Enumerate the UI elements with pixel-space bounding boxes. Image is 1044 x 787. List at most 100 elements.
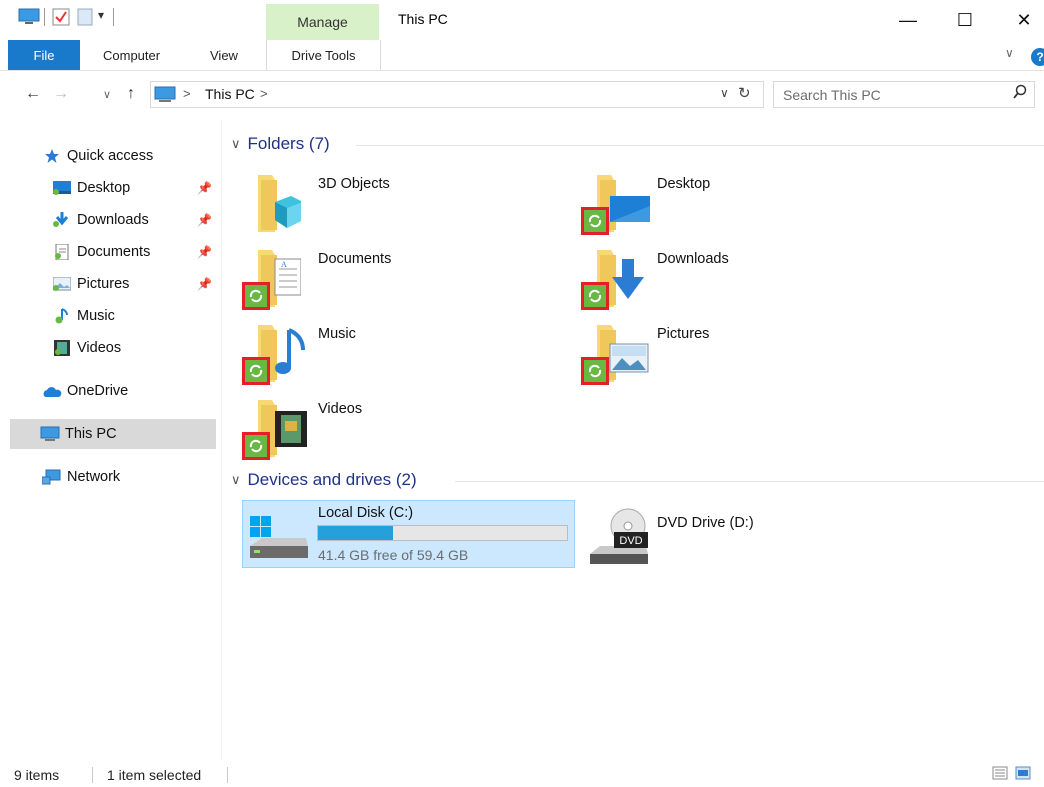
pin-icon[interactable]: 📌 bbox=[197, 245, 212, 259]
folder-name: Videos bbox=[318, 401, 363, 417]
nav-item-music[interactable]: Music bbox=[52, 301, 216, 331]
folder-tile-desktop[interactable]: Desktop bbox=[580, 172, 910, 242]
tab-computer[interactable]: Computer bbox=[103, 40, 160, 70]
nav-item-label: Documents bbox=[77, 244, 151, 260]
nav-item-label: Network bbox=[67, 469, 121, 485]
folder-tile-documents[interactable]: A Documents bbox=[241, 247, 571, 317]
nav-item-label: Downloads bbox=[77, 212, 149, 228]
drive-free-space: 41.4 GB free of 59.4 GB bbox=[318, 547, 469, 563]
sync-status-icon bbox=[242, 432, 270, 460]
help-icon[interactable]: ? bbox=[1031, 48, 1044, 66]
videos-icon bbox=[52, 340, 72, 356]
status-selection: 1 item selected bbox=[107, 767, 202, 783]
nav-item-desktop[interactable]: Desktop 📌 bbox=[52, 173, 216, 203]
folder-name: Documents bbox=[318, 251, 392, 267]
folder-name: Music bbox=[318, 326, 356, 342]
pin-icon[interactable]: 📌 bbox=[197, 181, 212, 195]
ribbon-expand-icon[interactable]: ∨ bbox=[1005, 46, 1014, 60]
minimize-button[interactable]: — bbox=[885, 6, 931, 34]
documents-icon bbox=[52, 244, 72, 260]
devices-group-header[interactable]: ∨ Devices and drives (2) bbox=[231, 470, 417, 490]
refresh-icon[interactable]: ↻ bbox=[738, 84, 751, 102]
properties-icon[interactable] bbox=[52, 8, 70, 29]
pin-icon[interactable]: 📌 bbox=[197, 277, 212, 291]
network-icon bbox=[42, 469, 62, 485]
nav-item-pictures[interactable]: Pictures 📌 bbox=[52, 269, 216, 299]
qat-customize-icon[interactable]: ▾ bbox=[98, 8, 104, 22]
nav-item-label: Videos bbox=[77, 340, 122, 356]
pc-icon bbox=[40, 426, 60, 442]
status-divider bbox=[227, 767, 228, 783]
folder-name: 3D Objects bbox=[318, 176, 390, 192]
sync-status-icon bbox=[242, 357, 270, 385]
forward-button[interactable]: → bbox=[50, 82, 72, 106]
new-folder-icon[interactable] bbox=[76, 8, 94, 29]
nav-item-this-pc[interactable]: This PC bbox=[10, 419, 216, 449]
folders-group-header[interactable]: ∨ Folders (7) bbox=[231, 134, 330, 154]
manage-tab-label[interactable]: Manage bbox=[266, 14, 379, 30]
pc-icon bbox=[154, 86, 176, 107]
chevron-down-icon[interactable]: ∨ bbox=[231, 136, 241, 152]
tab-file[interactable]: File bbox=[8, 40, 80, 70]
sync-status-icon bbox=[581, 207, 609, 235]
folder-3d-objects-icon bbox=[241, 172, 303, 234]
sync-status-icon bbox=[581, 282, 609, 310]
qat-divider bbox=[113, 8, 114, 26]
folders-group-label: Folders (7) bbox=[247, 134, 330, 153]
nav-item-label: Quick access bbox=[67, 148, 154, 164]
folder-tile-videos[interactable]: Videos bbox=[241, 397, 571, 467]
downloads-icon bbox=[52, 212, 72, 228]
chevron-down-icon[interactable]: ∨ bbox=[231, 472, 241, 488]
status-item-count: 9 items bbox=[14, 767, 60, 783]
tab-drive-tools[interactable]: Drive Tools bbox=[266, 40, 381, 70]
up-button[interactable]: ↑ bbox=[120, 82, 142, 106]
back-button[interactable]: ← bbox=[22, 82, 44, 106]
nav-item-label: Pictures bbox=[77, 276, 130, 292]
sync-status-icon bbox=[581, 357, 609, 385]
nav-item-network[interactable]: Network bbox=[42, 462, 216, 492]
large-icons-view-icon[interactable] bbox=[1015, 766, 1031, 783]
hard-drive-icon bbox=[248, 516, 310, 569]
star-icon bbox=[42, 148, 62, 164]
drive-usage-fill bbox=[318, 526, 394, 540]
dvd-drive-icon: DVD bbox=[586, 508, 652, 569]
search-placeholder: Search This PC bbox=[783, 87, 881, 103]
breadcrumb-this-pc[interactable]: This PC bbox=[205, 86, 255, 102]
status-divider bbox=[92, 767, 93, 783]
breadcrumb-separator[interactable]: > bbox=[183, 86, 191, 101]
nav-item-label: Music bbox=[77, 308, 115, 324]
search-icon[interactable] bbox=[1012, 84, 1028, 104]
pictures-icon bbox=[52, 276, 72, 292]
nav-item-documents[interactable]: Documents 📌 bbox=[52, 237, 216, 267]
desktop-icon bbox=[52, 180, 72, 196]
breadcrumb-separator[interactable]: > bbox=[260, 86, 268, 101]
drive-usage-bar bbox=[317, 525, 568, 541]
nav-item-onedrive[interactable]: OneDrive bbox=[42, 376, 216, 406]
drive-name[interactable]: DVD Drive (D:) bbox=[657, 515, 754, 531]
svg-text:A: A bbox=[281, 260, 287, 269]
sync-status-icon bbox=[242, 282, 270, 310]
address-dropdown-icon[interactable]: ∨ bbox=[720, 86, 729, 100]
nav-item-downloads[interactable]: Downloads 📌 bbox=[52, 205, 216, 235]
recent-locations-button[interactable]: ∨ bbox=[96, 82, 118, 106]
window-title: This PC bbox=[398, 11, 448, 27]
details-view-icon[interactable] bbox=[992, 766, 1008, 783]
group-divider bbox=[356, 145, 1044, 146]
pin-icon[interactable]: 📌 bbox=[197, 213, 212, 227]
folder-name: Downloads bbox=[657, 251, 729, 267]
nav-item-quick-access[interactable]: Quick access bbox=[42, 141, 216, 171]
folder-name: Desktop bbox=[657, 176, 711, 192]
folder-tile-pictures[interactable]: Pictures bbox=[580, 322, 910, 392]
folder-name: Pictures bbox=[657, 326, 710, 342]
folder-tile-3d-objects[interactable]: 3D Objects bbox=[241, 172, 571, 242]
close-button[interactable]: ✕ bbox=[1001, 6, 1044, 34]
music-icon bbox=[52, 308, 72, 324]
tab-view[interactable]: View bbox=[210, 40, 238, 70]
nav-item-label: Desktop bbox=[77, 180, 131, 196]
folder-tile-music[interactable]: Music bbox=[241, 322, 571, 392]
maximize-button[interactable]: ☐ bbox=[942, 6, 988, 34]
nav-item-videos[interactable]: Videos bbox=[52, 333, 216, 363]
pc-icon[interactable] bbox=[18, 8, 40, 29]
folder-tile-downloads[interactable]: Downloads bbox=[580, 247, 910, 317]
group-divider bbox=[455, 481, 1044, 482]
